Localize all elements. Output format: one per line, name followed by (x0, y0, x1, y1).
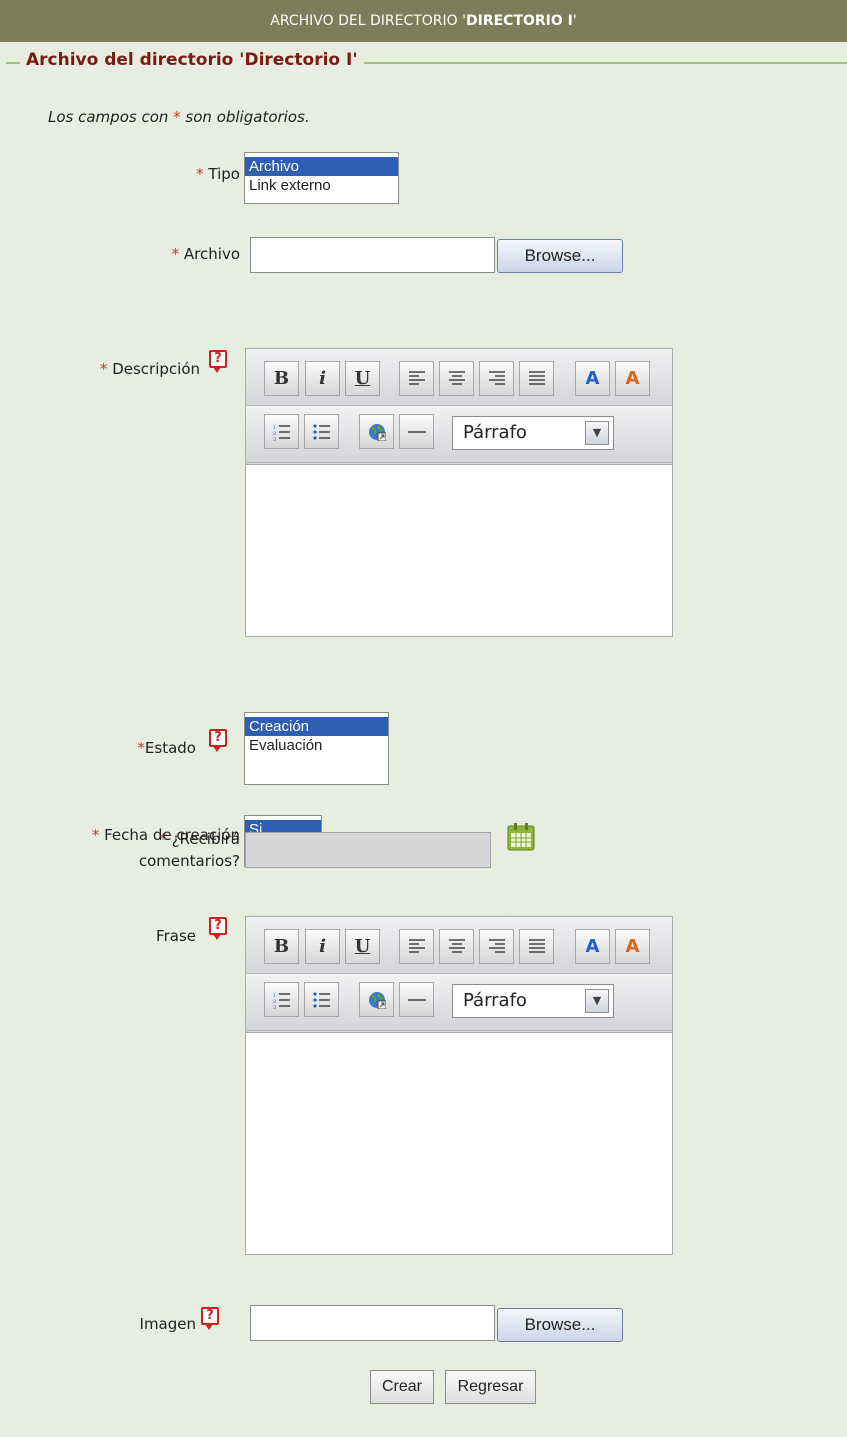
align-justify-button[interactable] (519, 361, 554, 396)
descripcion-help-icon[interactable]: ? (209, 350, 227, 373)
align-right-button[interactable] (479, 361, 514, 396)
link-globe-icon[interactable] (359, 414, 394, 449)
bold-button[interactable]: B (264, 929, 299, 964)
frase-toolbar-row-1: B i U A A (246, 917, 672, 974)
chevron-down-icon[interactable]: ▼ (585, 989, 609, 1013)
tipo-option-link-externo[interactable]: Link externo (245, 176, 398, 195)
tipo-option-archivo[interactable]: Archivo (245, 157, 398, 176)
descripcion-label: * Descripción (99, 360, 200, 378)
estado-label: *Estado (137, 739, 196, 757)
link-globe-icon[interactable] (359, 982, 394, 1017)
header-prefix: ARCHIVO DEL DIRECTORIO ' (270, 13, 466, 29)
descripcion-editor: B i U A A 123 Párrafo ▼ (245, 348, 673, 637)
font-color-button[interactable]: A (575, 361, 610, 396)
bold-button[interactable]: B (264, 361, 299, 396)
frase-help-icon[interactable]: ? (209, 917, 227, 940)
header-suffix: ' (572, 13, 577, 29)
header-directory-name: DIRECTORIO I (466, 13, 573, 29)
underline-button[interactable]: U (345, 929, 380, 964)
descripcion-toolbar-row-2: 123 Párrafo ▼ (246, 406, 672, 463)
imagen-file-input[interactable] (250, 1305, 495, 1341)
frase-format-select[interactable]: Párrafo ▼ (452, 984, 614, 1018)
form-legend: Archivo del directorio 'Directorio I' (20, 50, 364, 70)
italic-button[interactable]: i (305, 361, 340, 396)
unordered-list-button[interactable] (304, 414, 339, 449)
background-color-button[interactable]: A (615, 361, 650, 396)
descripcion-format-select[interactable]: Párrafo ▼ (452, 416, 614, 450)
imagen-browse-button[interactable]: Browse... (497, 1308, 623, 1342)
imagen-help-icon[interactable]: ? (201, 1307, 219, 1330)
fecha-label-text: * Fecha de creación (91, 826, 240, 844)
tipo-listbox[interactable]: Archivo Link externo (244, 152, 399, 204)
svg-text:3: 3 (273, 437, 276, 441)
descripcion-edit-area[interactable] (246, 464, 672, 636)
estado-option-evaluacion[interactable]: Evaluación (245, 736, 388, 755)
ordered-list-button[interactable]: 123 (264, 982, 299, 1017)
crear-button[interactable]: Crear (370, 1370, 434, 1404)
page-header: ARCHIVO DEL DIRECTORIO 'DIRECTORIO I' (0, 0, 847, 42)
align-left-button[interactable] (399, 929, 434, 964)
align-right-button[interactable] (479, 929, 514, 964)
font-color-button[interactable]: A (575, 929, 610, 964)
descripcion-toolbar-row-1: B i U A A (246, 349, 672, 406)
chevron-down-icon[interactable]: ▼ (585, 421, 609, 445)
background-color-button[interactable]: A (615, 929, 650, 964)
unordered-list-button[interactable] (304, 982, 339, 1017)
archivo-file-input[interactable] (250, 237, 495, 273)
estado-listbox[interactable]: Creación Evaluación (244, 712, 389, 785)
estado-help-icon[interactable]: ? (209, 729, 227, 752)
svg-text:3: 3 (273, 1005, 276, 1009)
imagen-label: Imagen (139, 1315, 196, 1333)
tipo-label: * Tipo (196, 165, 240, 183)
archivo-label: * Archivo (171, 245, 240, 263)
italic-button[interactable]: i (305, 929, 340, 964)
underline-button[interactable]: U (345, 361, 380, 396)
horizontal-rule-button[interactable] (399, 414, 434, 449)
frase-label-text: Frase (156, 927, 196, 945)
fecha-input (245, 832, 491, 868)
estado-option-creacion[interactable]: Creación (245, 717, 388, 736)
horizontal-rule-button[interactable] (399, 982, 434, 1017)
regresar-button[interactable]: Regresar (445, 1370, 536, 1404)
align-justify-button[interactable] (519, 929, 554, 964)
archivo-browse-button[interactable]: Browse... (497, 239, 623, 273)
calendar-icon[interactable] (506, 822, 536, 852)
align-center-button[interactable] (439, 929, 474, 964)
align-left-button[interactable] (399, 361, 434, 396)
frase-edit-area[interactable] (246, 1032, 672, 1254)
required-note: Los campos con * son obligatorios. (48, 108, 310, 126)
align-center-button[interactable] (439, 361, 474, 396)
ordered-list-button[interactable]: 123 (264, 414, 299, 449)
frase-toolbar-row-2: 123 Párrafo ▼ (246, 974, 672, 1031)
frase-editor: B i U A A 123 Párrafo ▼ (245, 916, 673, 1255)
